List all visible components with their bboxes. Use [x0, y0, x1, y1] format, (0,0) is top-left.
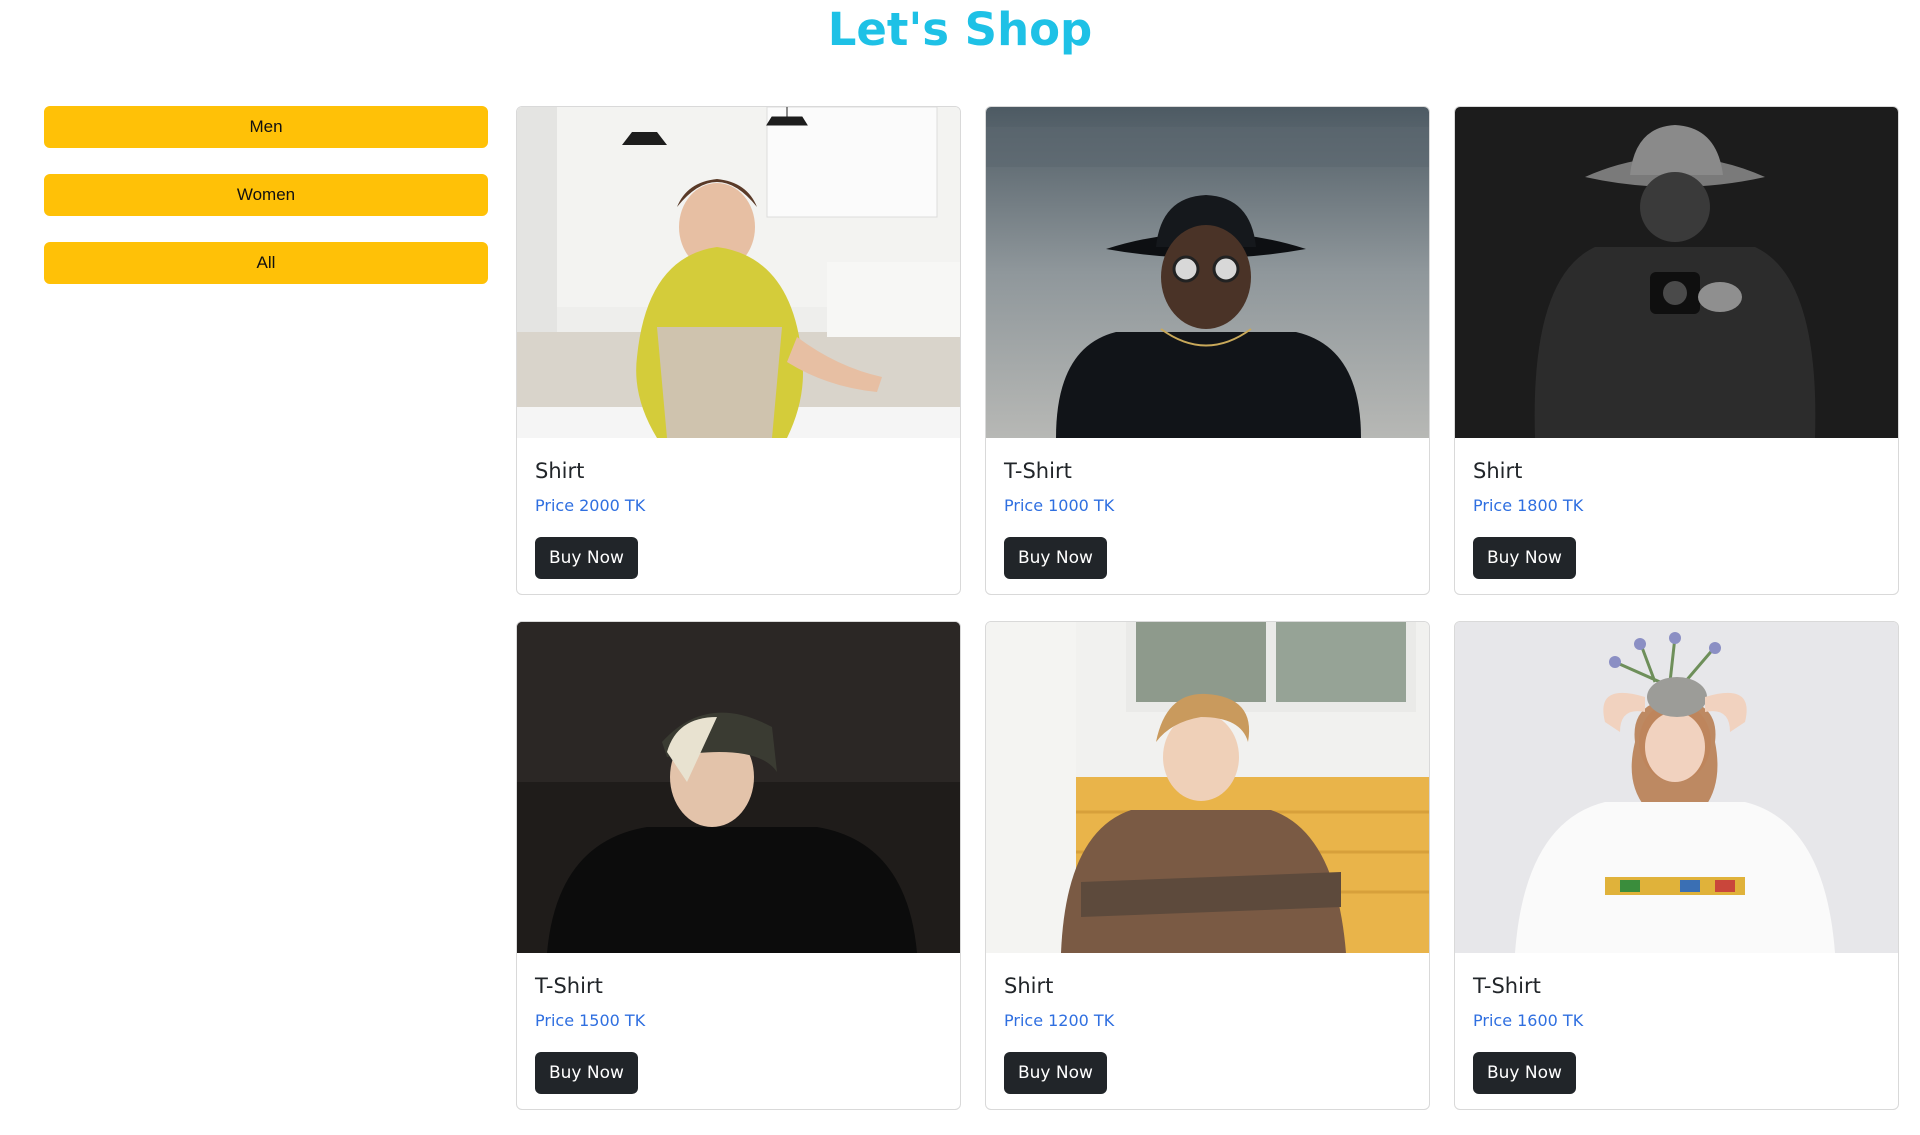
buy-now-button[interactable]: Buy Now	[535, 537, 638, 579]
product-card: T-Shirt Price 1500 TK Buy Now	[516, 621, 961, 1110]
buy-now-button[interactable]: Buy Now	[1473, 1052, 1576, 1094]
product-price: Price 1600 TK	[1473, 1011, 1584, 1030]
filter-men-button[interactable]: Men	[44, 106, 488, 148]
product-price: Price 2000 TK	[535, 496, 646, 515]
page-title: Let's Shop	[827, 3, 1093, 56]
filter-all-button[interactable]: All	[44, 242, 488, 284]
product-card: T-Shirt Price 1600 TK Buy Now	[1454, 621, 1899, 1110]
filter-women-button[interactable]: Women	[44, 174, 488, 216]
product-image	[986, 107, 1429, 438]
product-price: Price 1800 TK	[1473, 496, 1584, 515]
product-name: Shirt	[1004, 974, 1054, 998]
product-image	[517, 622, 960, 953]
product-card: Shirt Price 1200 TK Buy Now	[985, 621, 1430, 1110]
product-card: Shirt Price 1800 TK Buy Now	[1454, 106, 1899, 595]
product-image	[517, 107, 960, 438]
product-price: Price 1000 TK	[1004, 496, 1115, 515]
product-image	[1455, 622, 1898, 953]
product-price: Price 1500 TK	[535, 1011, 646, 1030]
product-card: Shirt Price 2000 TK Buy Now	[516, 106, 961, 595]
product-price: Price 1200 TK	[1004, 1011, 1115, 1030]
product-name: T-Shirt	[1004, 459, 1072, 483]
buy-now-button[interactable]: Buy Now	[535, 1052, 638, 1094]
buy-now-button[interactable]: Buy Now	[1473, 537, 1576, 579]
product-image	[1455, 107, 1898, 438]
product-card: T-Shirt Price 1000 TK Buy Now	[985, 106, 1430, 595]
product-name: T-Shirt	[1473, 974, 1541, 998]
product-name: Shirt	[535, 459, 585, 483]
category-filter-panel: Men Women All	[44, 106, 488, 310]
buy-now-button[interactable]: Buy Now	[1004, 537, 1107, 579]
product-image	[986, 622, 1429, 953]
product-grid: Shirt Price 2000 TK Buy Now T-Shirt Pric…	[516, 106, 1899, 1110]
buy-now-button[interactable]: Buy Now	[1004, 1052, 1107, 1094]
product-name: T-Shirt	[535, 974, 603, 998]
product-name: Shirt	[1473, 459, 1523, 483]
